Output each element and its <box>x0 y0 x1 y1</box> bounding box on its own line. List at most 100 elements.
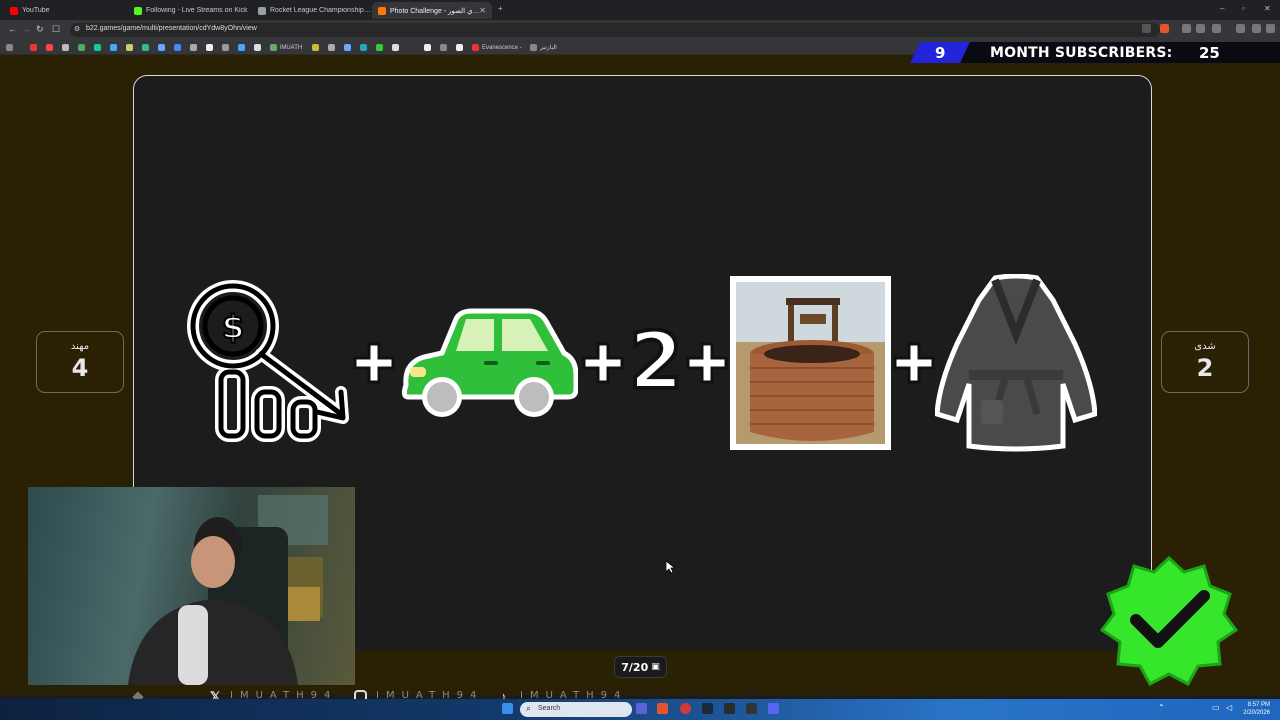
steam-icon[interactable] <box>702 703 713 714</box>
tab-label: Rocket League Championship Series <box>270 7 372 14</box>
sidebar-icon[interactable] <box>1236 24 1245 33</box>
player-score: 4 <box>71 354 89 382</box>
tab-photo-challenge[interactable]: Photo Challenge - تحدي الصور ✕ <box>372 2 492 19</box>
bookmark-item[interactable] <box>424 43 434 52</box>
app-icon[interactable] <box>724 703 735 714</box>
url-text: b22.games/game/multi/presentation/cdYdw8… <box>86 25 257 32</box>
tab-rlcs[interactable]: Rocket League Championship Series <box>252 2 372 19</box>
site-info-icon[interactable]: ⚙ <box>74 25 80 33</box>
player-name: مهند <box>70 341 90 352</box>
bookmark-item[interactable] <box>312 43 322 52</box>
extension-icon[interactable] <box>1182 24 1191 33</box>
bookmark-item[interactable] <box>110 43 120 52</box>
bookmark-evanescence[interactable]: Evanescence - <box>472 43 522 52</box>
bookmark-label: البارتير <box>540 45 557 51</box>
player-score: 2 <box>1196 354 1214 382</box>
bookmark-item[interactable] <box>62 43 72 52</box>
wallet-icon[interactable] <box>1212 24 1221 33</box>
water-well-photo <box>730 276 891 450</box>
youtube-icon <box>10 6 18 15</box>
search-icon: ⌕ <box>526 703 532 713</box>
brave-icon[interactable] <box>657 703 668 714</box>
bookmark-item[interactable] <box>254 43 264 52</box>
address-bar[interactable]: ⚙ b22.games/game/multi/presentation/cdYd… <box>70 23 1160 37</box>
subscriber-goal-banner: 9 MONTH SUBSCRIBERS: 25 <box>910 42 1280 63</box>
bookmark-icon[interactable]: ☐ <box>52 24 60 35</box>
bookmark-label: iMUATH <box>280 44 303 51</box>
back-icon[interactable]: ← <box>8 24 17 34</box>
browser-tab-strip: YouTube Following - Live Streams on Kick… <box>0 0 1280 20</box>
share-icon[interactable] <box>1142 24 1151 33</box>
brave-shield-icon[interactable] <box>1160 24 1169 33</box>
bookmark-item[interactable] <box>46 43 56 52</box>
progress-text: 7/20 <box>621 660 649 674</box>
mouse-cursor-icon <box>666 561 675 574</box>
streamer-webcam <box>28 487 355 685</box>
digit-two: 2 <box>627 317 685 407</box>
rocket-league-icon <box>258 6 266 15</box>
bookmark-item[interactable] <box>440 43 450 52</box>
bookmark-item[interactable] <box>94 43 104 52</box>
bookmark-item[interactable] <box>126 43 136 52</box>
maximize-icon[interactable]: ▫ <box>1242 4 1245 13</box>
bookmark-item[interactable] <box>222 43 232 52</box>
question-progress: 7/20 ▣ <box>614 656 667 678</box>
task-view-icon[interactable] <box>636 703 647 714</box>
bookmark-item[interactable] <box>238 43 248 52</box>
system-clock[interactable]: 8:57 PM 2/20/2026 <box>1243 701 1270 717</box>
puzzle-extensions-icon[interactable] <box>1196 24 1205 33</box>
bookmark-item[interactable] <box>344 43 354 52</box>
reload-icon[interactable]: ↻ <box>36 24 44 35</box>
bookmark-item[interactable] <box>360 43 370 52</box>
bookmark-item[interactable] <box>30 43 40 52</box>
bookmark-imuath[interactable]: iMUATH <box>270 43 302 52</box>
forward-icon[interactable]: → <box>22 24 31 34</box>
player-name: شدى <box>1194 341 1216 352</box>
subscriber-goal: 25 <box>1199 44 1220 62</box>
network-icon[interactable]: ▭ <box>1212 703 1223 714</box>
tab-youtube[interactable]: YouTube <box>4 2 124 19</box>
minimize-icon[interactable]: – <box>1220 4 1224 13</box>
app-icon[interactable] <box>680 703 691 714</box>
tab-label: Following - Live Streams on Kick <box>146 7 248 14</box>
bookmark-item[interactable] <box>206 43 216 52</box>
subscriber-count: 9 <box>935 44 946 62</box>
kick-icon <box>134 6 142 15</box>
plus-icon <box>893 342 935 384</box>
obs-icon[interactable] <box>746 703 757 714</box>
green-car-icon <box>401 308 578 417</box>
plus-icon <box>353 342 395 384</box>
svg-text:$: $ <box>222 308 244 346</box>
discord-icon[interactable] <box>768 703 779 714</box>
menu-icon[interactable] <box>1266 24 1275 33</box>
chevron-up-icon[interactable]: ⌃ <box>1158 703 1169 714</box>
close-window-icon[interactable]: ✕ <box>1264 4 1271 13</box>
bookmark-item[interactable] <box>158 43 168 52</box>
bookmark-item[interactable] <box>142 43 152 52</box>
bookmark-item[interactable] <box>376 43 386 52</box>
player-score-left: مهند 4 <box>36 331 124 393</box>
profile-icon[interactable] <box>1252 24 1261 33</box>
bookmark-item[interactable] <box>456 43 466 52</box>
apps-icon[interactable] <box>6 43 16 52</box>
tab-kick[interactable]: Following - Live Streams on Kick <box>128 2 248 19</box>
search-label: Search <box>538 705 561 712</box>
bathrobe-icon <box>935 274 1097 452</box>
price-drop-icon: $ <box>187 280 349 442</box>
player-score-right: شدى 2 <box>1161 331 1249 393</box>
plus-icon <box>686 342 728 384</box>
bookmark-item[interactable] <box>392 43 402 52</box>
windows-taskbar: ⌕ Search ⌃ ▭ ◁ 8:57 PM 2/20/2026 <box>0 699 1280 720</box>
bookmark-item[interactable] <box>174 43 184 52</box>
subscriber-label: MONTH SUBSCRIBERS: <box>990 45 1173 61</box>
bookmark-item[interactable] <box>78 43 88 52</box>
close-tab-icon[interactable]: ✕ <box>479 6 486 15</box>
bookmark-arabic[interactable]: البارتير <box>530 43 557 52</box>
volume-icon[interactable]: ◁ <box>1226 703 1237 714</box>
bookmark-item[interactable] <box>190 43 200 52</box>
tab-label: YouTube <box>22 7 50 14</box>
taskbar-search[interactable]: ⌕ Search <box>520 702 632 717</box>
bookmark-item[interactable] <box>328 43 338 52</box>
windows-start-icon[interactable] <box>502 703 513 714</box>
new-tab-icon[interactable]: + <box>498 4 503 13</box>
